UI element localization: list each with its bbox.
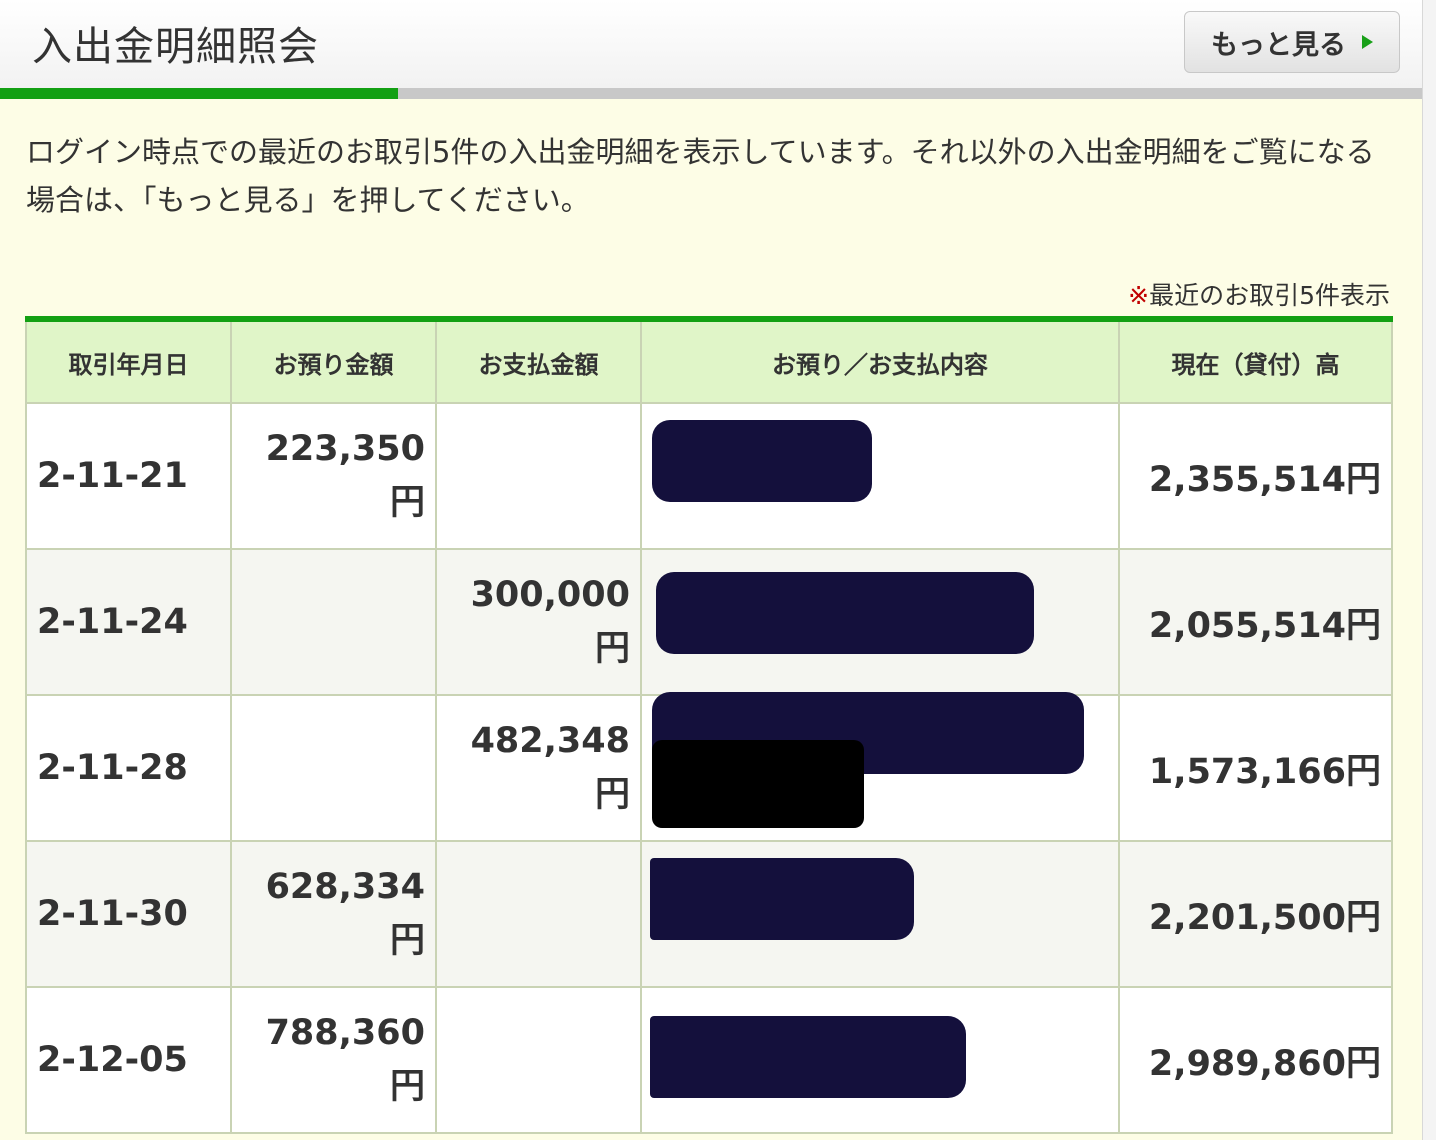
table-row: 2-11-21 223,350 円 2,355,514円 xyxy=(25,402,1393,550)
cell-date: 2-11-28 xyxy=(25,694,232,842)
table-header-row: 取引年月日 お預り金額 お支払金額 お預り／お支払内容 現在（貸付）高 xyxy=(25,318,1393,404)
cell-deposit: 223,350 円 xyxy=(230,402,437,550)
cell-deposit: 628,334 円 xyxy=(230,840,437,988)
cell-payment xyxy=(435,840,642,988)
cell-content xyxy=(640,986,1120,1134)
redaction-block xyxy=(650,858,914,940)
play-arrow-icon xyxy=(1362,35,1373,49)
transactions-table: 取引年月日 お預り金額 お支払金額 お預り／お支払内容 現在（貸付）高 2-11… xyxy=(25,316,1393,1134)
redaction-block xyxy=(652,740,864,828)
redaction-block xyxy=(656,572,1034,654)
header-date: 取引年月日 xyxy=(25,318,232,404)
header-balance: 現在（貸付）高 xyxy=(1118,318,1393,404)
payment-amount: 300,000 xyxy=(470,575,630,615)
cell-balance: 1,573,166円 xyxy=(1118,694,1393,842)
deposit-amount: 628,334 xyxy=(265,867,425,907)
cell-date: 2-11-30 xyxy=(25,840,232,988)
cell-payment: 300,000 円 xyxy=(435,548,642,696)
cell-date: 2-12-05 xyxy=(25,986,232,1134)
cell-content xyxy=(640,840,1120,988)
deposit-amount: 788,360 xyxy=(265,1013,425,1053)
deposit-unit: 円 xyxy=(389,921,425,961)
more-button-label: もっと見る xyxy=(1211,29,1346,61)
cell-content xyxy=(640,402,1120,550)
redaction-block xyxy=(652,420,872,502)
header-deposit: お預り金額 xyxy=(230,318,437,404)
redaction-block xyxy=(650,1016,966,1098)
cell-balance: 2,201,500円 xyxy=(1118,840,1393,988)
cell-deposit xyxy=(230,548,437,696)
cell-balance: 2,989,860円 xyxy=(1118,986,1393,1134)
note-mark: ※ xyxy=(1128,281,1150,310)
cell-balance: 2,055,514円 xyxy=(1118,548,1393,696)
payment-unit: 円 xyxy=(594,629,630,669)
cell-payment: 482,348 円 xyxy=(435,694,642,842)
table-row: 2-11-24 300,000 円 2,055,514円 xyxy=(25,548,1393,696)
cell-date: 2-11-21 xyxy=(25,402,232,550)
cell-deposit xyxy=(230,694,437,842)
payment-amount: 482,348 xyxy=(470,721,630,761)
payment-unit: 円 xyxy=(594,775,630,815)
cell-balance: 2,355,514円 xyxy=(1118,402,1393,550)
table-row: 2-11-30 628,334 円 2,201,500円 xyxy=(25,840,1393,988)
scrollbar-track[interactable] xyxy=(1422,0,1436,1140)
note-text: 最近のお取引5件表示 xyxy=(1149,281,1390,310)
deposit-unit: 円 xyxy=(389,1067,425,1107)
deposit-unit: 円 xyxy=(389,483,425,523)
header-content: お預り／お支払内容 xyxy=(640,318,1120,404)
deposit-amount: 223,350 xyxy=(265,429,425,469)
more-button[interactable]: もっと見る xyxy=(1184,11,1400,73)
page-header: 入出金明細照会 もっと見る xyxy=(0,0,1422,88)
progress-bar xyxy=(0,88,1422,99)
cell-content xyxy=(640,548,1120,696)
cell-date: 2-11-24 xyxy=(25,548,232,696)
cell-deposit: 788,360 円 xyxy=(230,986,437,1134)
progress-fill xyxy=(0,88,399,99)
recent-transactions-note: ※最近のお取引5件表示 xyxy=(1128,276,1390,312)
cell-payment xyxy=(435,986,642,1134)
page-title: 入出金明細照会 xyxy=(32,24,319,70)
table-row: 2-12-05 788,360 円 2,989,860円 xyxy=(25,986,1393,1134)
cell-content xyxy=(640,692,1120,842)
header-payment: お支払金額 xyxy=(435,318,642,404)
description-text: ログイン時点での最近のお取引5件の入出金明細を表示しています。それ以外の入出金明… xyxy=(26,135,1375,217)
table-row: 2-11-28 482,348 円 1,573,166円 xyxy=(25,692,1393,842)
cell-payment xyxy=(435,402,642,550)
